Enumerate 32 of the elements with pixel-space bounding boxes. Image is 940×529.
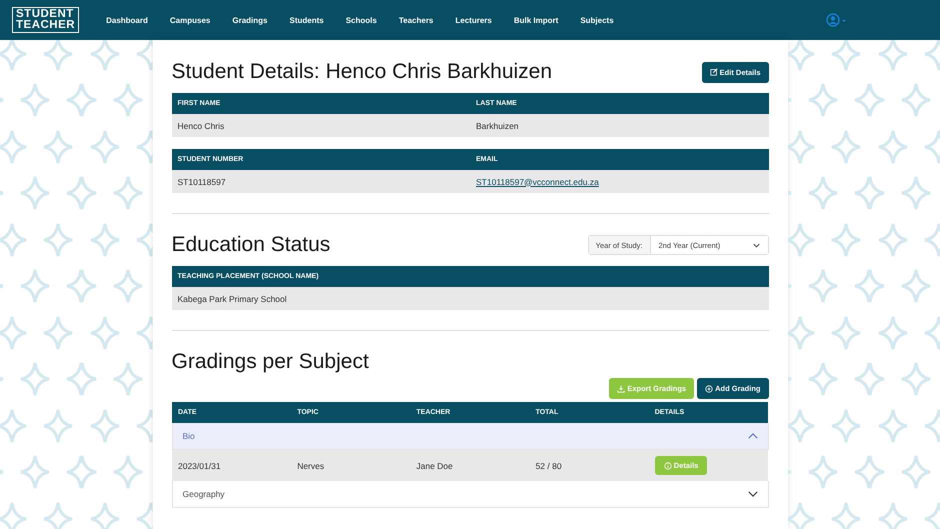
table-cell: Nerves [297,460,324,470]
table-cell: 52 / 80 [536,460,562,470]
subject-accordion-row[interactable]: Bio [172,423,768,450]
field-value: Barkhuizen [476,120,519,130]
info-icon [664,462,672,470]
chevron-down-icon [752,242,760,248]
nav-link[interactable]: Lecturers [455,16,492,24]
email-link[interactable]: ST10118597@vcconnect.edu.za [476,176,599,186]
nav-link[interactable]: Bulk Import [514,16,558,24]
download-icon [617,384,626,392]
nav-link[interactable]: Dashboard [106,16,148,24]
table-cell: 2023/01/31 [178,460,221,470]
section-title: Education Status [172,232,330,258]
field-value: Henco Chris [178,120,224,130]
edit-icon [710,68,718,76]
page-title: Student Details: Henco Chris Barkhuizen [172,59,552,85]
nav-link[interactable]: Subjects [580,16,614,24]
user-menu-button[interactable] [826,13,848,27]
field-value: ST10118597 [178,176,226,186]
table-cell: Jane Doe [416,460,453,470]
nav-link[interactable]: Schools [346,16,377,24]
chevron-icon [748,433,758,439]
nav-link[interactable]: Gradings [232,16,268,24]
chevron-icon [748,491,758,497]
plus-circle-icon [705,384,714,392]
nav-link[interactable]: Campuses [170,16,210,24]
nav-link[interactable]: Students [289,16,324,24]
nav-link[interactable]: Teachers [398,16,434,24]
logo[interactable]: STUDENT TEACHER [12,7,80,33]
section-title: Gradings per Subject [172,349,370,375]
school-name: Kabega Park Primary School [178,294,287,304]
subject-accordion-row[interactable]: Geography [172,481,768,508]
